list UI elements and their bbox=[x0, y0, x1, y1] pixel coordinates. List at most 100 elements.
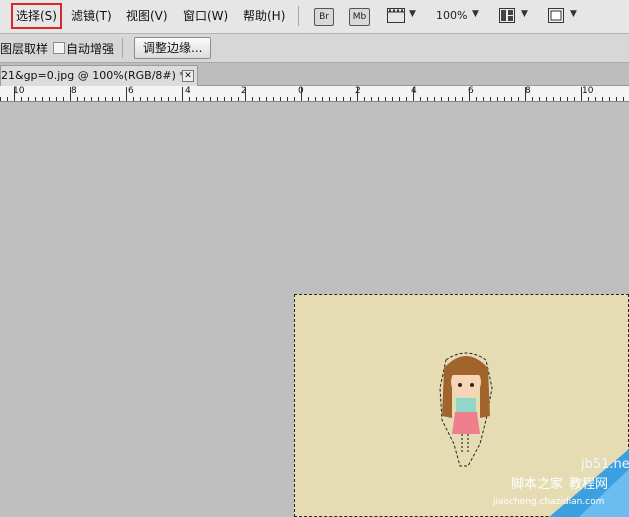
ruler-tick bbox=[567, 97, 568, 101]
menu-bar: 选择(S) 滤镜(T) 视图(V) 窗口(W) 帮助(H) Br Mb ▼ 10… bbox=[0, 0, 629, 34]
ruler-tick bbox=[287, 97, 288, 101]
document-tab-title: 21&gp=0.jpg @ 100%(RGB/8#) * bbox=[1, 69, 185, 82]
chevron-down-icon[interactable]: ▼ bbox=[570, 9, 577, 19]
document-tab[interactable]: 21&gp=0.jpg @ 100%(RGB/8#) * ✕ bbox=[0, 65, 198, 86]
ruler-tick bbox=[343, 97, 344, 101]
menu-view[interactable]: 视图(V) bbox=[126, 8, 168, 24]
ruler-tick bbox=[280, 97, 281, 101]
ruler-tick bbox=[91, 97, 92, 101]
ruler-tick bbox=[49, 97, 50, 101]
minibridge-button[interactable]: Mb bbox=[349, 8, 370, 26]
arrange-documents-icon[interactable] bbox=[499, 8, 515, 23]
ruler-tick bbox=[112, 97, 113, 101]
menu-help[interactable]: 帮助(H) bbox=[243, 8, 285, 24]
ruler-tick bbox=[35, 97, 36, 101]
ruler-tick bbox=[525, 87, 526, 101]
ruler-tick bbox=[399, 97, 400, 101]
ruler-tick bbox=[553, 97, 554, 101]
ruler-tick bbox=[364, 97, 365, 101]
ruler-tick bbox=[469, 87, 470, 101]
ruler-tick bbox=[595, 97, 596, 101]
ruler-tick bbox=[336, 97, 337, 101]
menu-select[interactable]: 选择(S) bbox=[11, 3, 62, 29]
ruler-tick bbox=[154, 97, 155, 101]
ruler-tick bbox=[105, 97, 106, 101]
ruler-tick bbox=[504, 97, 505, 101]
ruler-tick bbox=[126, 87, 127, 101]
ruler-tick bbox=[273, 97, 274, 101]
view-extras-icon[interactable] bbox=[387, 8, 405, 23]
document-tab-bar: 21&gp=0.jpg @ 100%(RGB/8#) * ✕ bbox=[0, 63, 629, 86]
ruler-tick bbox=[385, 97, 386, 101]
ruler-tick bbox=[392, 97, 393, 101]
ruler-tick bbox=[140, 97, 141, 101]
chevron-down-icon[interactable]: ▼ bbox=[409, 9, 416, 19]
ruler-tick bbox=[490, 97, 491, 101]
ruler-tick bbox=[518, 97, 519, 101]
ruler-tick bbox=[63, 97, 64, 101]
ruler-tick bbox=[455, 97, 456, 101]
ruler-tick bbox=[147, 97, 148, 101]
screen-mode-icon[interactable] bbox=[548, 8, 564, 23]
ruler-tick bbox=[539, 97, 540, 101]
ruler-tick bbox=[42, 97, 43, 101]
ruler-tick bbox=[245, 87, 246, 101]
zoom-level[interactable]: 100% bbox=[436, 9, 467, 22]
ruler-tick bbox=[441, 97, 442, 101]
ruler-tick bbox=[259, 97, 260, 101]
watermark-tutorial: 教程网 bbox=[569, 477, 609, 492]
ruler-tick bbox=[483, 97, 484, 101]
ruler-tick bbox=[77, 97, 78, 101]
ruler-tick bbox=[581, 87, 582, 101]
ruler-tick bbox=[70, 87, 71, 101]
ruler-tick bbox=[84, 97, 85, 101]
watermark: jb51.net 脚本之家 教程网 jiaocheng.chazidian.co… bbox=[489, 449, 629, 517]
ruler-tick bbox=[574, 97, 575, 101]
ruler-tick bbox=[609, 97, 610, 101]
ruler-tick bbox=[0, 97, 1, 101]
menu-separator bbox=[298, 6, 299, 26]
ruler-tick bbox=[21, 97, 22, 101]
ruler-tick bbox=[203, 97, 204, 101]
horizontal-ruler: 10 8 6 4 2 0 2 4 6 8 10 bbox=[0, 86, 629, 102]
menu-filter[interactable]: 滤镜(T) bbox=[71, 8, 112, 24]
menu-window[interactable]: 窗口(W) bbox=[183, 8, 228, 24]
auto-enhance-label: 自动增强 bbox=[66, 42, 115, 56]
ruler-tick bbox=[98, 97, 99, 101]
ruler-tick bbox=[217, 97, 218, 101]
auto-enhance-checkbox[interactable] bbox=[53, 42, 65, 54]
ruler-tick bbox=[371, 97, 372, 101]
cartoon-girl-image bbox=[436, 348, 496, 471]
chevron-down-icon[interactable]: ▼ bbox=[472, 9, 479, 19]
ruler-tick bbox=[427, 97, 428, 101]
ruler-tick bbox=[546, 97, 547, 101]
ruler-tick bbox=[238, 97, 239, 101]
ruler-tick bbox=[350, 97, 351, 101]
sample-all-layers-label: 图层取样 bbox=[0, 42, 49, 56]
ruler-tick bbox=[378, 97, 379, 101]
ruler-tick bbox=[588, 97, 589, 101]
ruler-tick bbox=[168, 97, 169, 101]
ruler-tick bbox=[133, 97, 134, 101]
options-bar: 图层取样 自动增强 调整边缘... bbox=[0, 34, 629, 63]
ruler-tick bbox=[56, 97, 57, 101]
ruler-tick bbox=[161, 97, 162, 101]
ruler-tick bbox=[119, 97, 120, 101]
bridge-button[interactable]: Br bbox=[314, 8, 334, 26]
ruler-tick bbox=[406, 97, 407, 101]
chevron-down-icon[interactable]: ▼ bbox=[521, 9, 528, 19]
watermark-site: jb51.net bbox=[581, 457, 629, 472]
ruler-tick bbox=[602, 97, 603, 101]
ruler-tick bbox=[476, 97, 477, 101]
ruler-tick bbox=[308, 97, 309, 101]
watermark-name: 脚本之家 bbox=[511, 477, 564, 492]
ruler-tick bbox=[532, 97, 533, 101]
ruler-tick bbox=[224, 97, 225, 101]
ruler-label: 4 bbox=[185, 86, 191, 96]
ruler-tick bbox=[231, 97, 232, 101]
refine-edge-button[interactable]: 调整边缘... bbox=[134, 37, 212, 59]
close-icon[interactable]: ✕ bbox=[182, 70, 194, 82]
ruler-tick bbox=[560, 97, 561, 101]
ruler-tick bbox=[252, 97, 253, 101]
ruler-tick bbox=[301, 87, 302, 101]
